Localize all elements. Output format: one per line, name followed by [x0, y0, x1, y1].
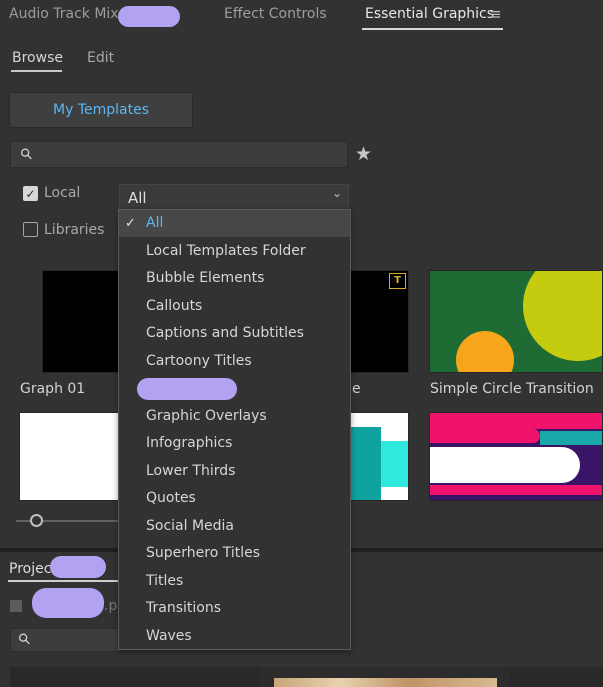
project-file-name: .p: [104, 598, 118, 614]
chevron-down-icon: ⌄: [331, 186, 342, 200]
local-label: Local: [44, 185, 81, 201]
circle-shape: [523, 271, 602, 361]
dropdown-item[interactable]: Social Media: [119, 513, 350, 540]
libraries-label: Libraries: [44, 222, 105, 238]
dropdown-item[interactable]: Quotes: [119, 485, 350, 512]
subtab-edit[interactable]: Edit: [87, 50, 114, 66]
dropdown-item-label: Graphic Overlays: [146, 407, 267, 424]
subtab-browse[interactable]: Browse: [12, 50, 63, 66]
dropdown-item-label: Cartoony Titles: [146, 352, 252, 369]
file-icon: [10, 600, 22, 612]
template-thumbnail-5[interactable]: [350, 412, 409, 501]
redaction-mark: [118, 6, 180, 27]
dropdown-item[interactable]: Waves: [119, 623, 350, 650]
dropdown-item[interactable]: Superhero Titles: [119, 540, 350, 567]
category-select-value: All: [128, 189, 147, 207]
active-tab-indicator: [362, 28, 503, 30]
checkmark-icon: ✓: [125, 216, 136, 231]
hamburger-menu-icon[interactable]: ≡: [489, 5, 502, 23]
dropdown-item[interactable]: Graphic Overlays: [119, 403, 350, 430]
slider-handle[interactable]: [30, 514, 43, 527]
template-thumbnail-2[interactable]: T: [350, 270, 409, 373]
subtab-indicator: [11, 70, 62, 72]
dropdown-item-label: Titles: [146, 572, 184, 589]
dropdown-item-label: All: [146, 215, 164, 231]
dropdown-item-label: Local Templates Folder: [146, 242, 306, 259]
dropdown-item-label: Waves: [146, 627, 192, 644]
dropdown-item[interactable]: Titles: [119, 568, 350, 595]
checkmark-icon: ✓: [25, 186, 36, 201]
template-thumbnail-4[interactable]: [19, 412, 120, 501]
search-icon: ⚲: [14, 628, 35, 650]
category-select[interactable]: All ⌄: [119, 184, 349, 210]
redaction-mark: [137, 378, 237, 400]
template-thumbnail-6[interactable]: [429, 412, 603, 501]
circle-shape: [456, 331, 514, 372]
dropdown-item-label: Transitions: [146, 600, 221, 616]
tab-effect-controls[interactable]: Effect Controls: [224, 6, 327, 22]
libraries-checkbox[interactable]: [23, 222, 38, 237]
template-label-graph-01: Graph 01: [20, 381, 86, 397]
dropdown-item-redacted[interactable]: [119, 375, 350, 402]
active-tab-indicator: [8, 580, 120, 582]
dropdown-item[interactable]: Lower Thirds: [119, 458, 350, 485]
stripe: [430, 447, 580, 483]
local-checkbox[interactable]: ✓: [23, 186, 38, 201]
template-label-2: e: [352, 381, 361, 397]
dropdown-item-label: Quotes: [146, 490, 196, 506]
font-warning-icon: T: [389, 273, 406, 289]
dropdown-item[interactable]: Cartoony Titles: [119, 348, 350, 375]
dropdown-item-label: Lower Thirds: [146, 462, 236, 479]
project-search-input[interactable]: ⚲: [10, 628, 120, 652]
template-thumbnail-graph-01[interactable]: [42, 270, 120, 373]
template-label-simple-circle: Simple Circle Transition: [430, 381, 594, 397]
redaction-mark: [50, 556, 106, 578]
stripe: [430, 429, 540, 443]
dropdown-item-label: Infographics: [146, 435, 233, 451]
stripe: [430, 413, 602, 429]
dropdown-item-label: Superhero Titles: [146, 545, 261, 561]
search-icon: ⚲: [16, 143, 37, 165]
shape-block: [381, 441, 408, 487]
dropdown-item[interactable]: Callouts: [119, 293, 350, 320]
project-item-image: [274, 678, 497, 687]
tab-essential-graphics[interactable]: Essential Graphics: [365, 6, 494, 22]
template-thumbnail-simple-circle[interactable]: [429, 270, 603, 373]
dropdown-item-all[interactable]: ✓ All: [119, 210, 350, 237]
dropdown-item[interactable]: Infographics: [119, 430, 350, 457]
template-search-input[interactable]: ⚲: [10, 141, 348, 168]
dropdown-item[interactable]: Bubble Elements: [119, 265, 350, 292]
stripe: [430, 485, 602, 495]
dropdown-item-label: Callouts: [146, 297, 203, 314]
tab-audio-track-mixer[interactable]: Audio Track Mixer: [9, 6, 133, 22]
redaction-mark: [32, 588, 104, 618]
star-icon[interactable]: ★: [355, 143, 372, 165]
dropdown-item[interactable]: Local Templates Folder: [119, 238, 350, 265]
dropdown-item-label: Captions and Subtitles: [146, 325, 304, 341]
my-templates-button[interactable]: My Templates: [9, 92, 193, 128]
dropdown-item[interactable]: Captions and Subtitles: [119, 320, 350, 347]
dropdown-item[interactable]: Transitions: [119, 595, 350, 622]
stripe: [540, 431, 602, 445]
shape-block: [351, 427, 381, 500]
category-dropdown-menu: ✓ All Local Templates Folder Bubble Eleme…: [118, 209, 351, 650]
dropdown-item-label: Bubble Elements: [146, 270, 265, 286]
dropdown-item-label: Social Media: [146, 517, 235, 534]
